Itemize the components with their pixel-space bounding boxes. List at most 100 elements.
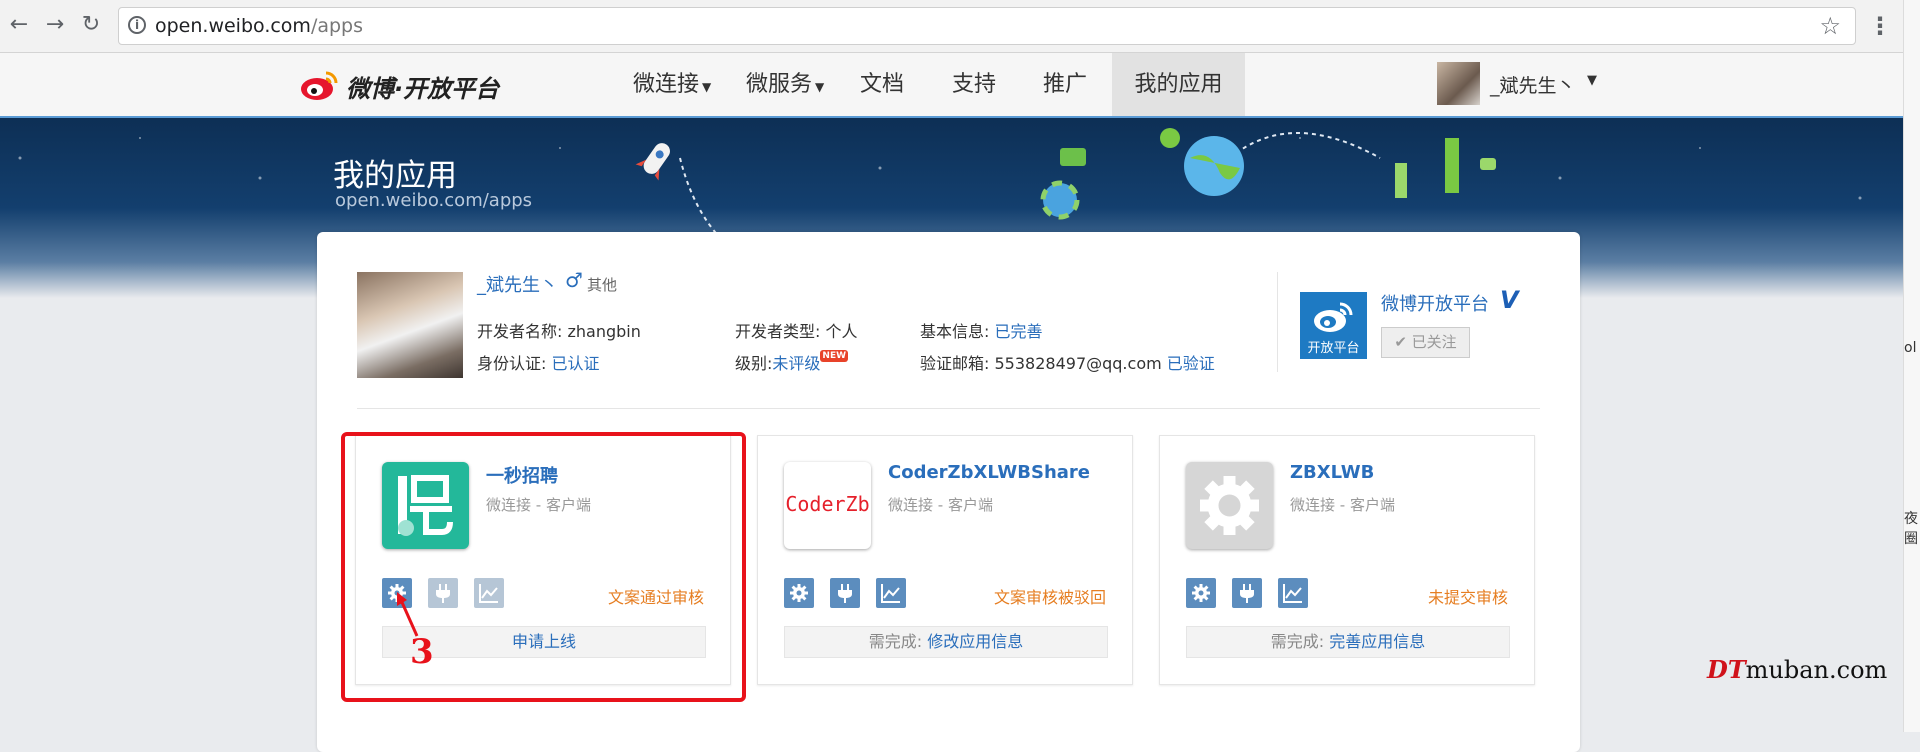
app-connect-button[interactable]	[1232, 578, 1262, 608]
tutorial-highlight-box	[341, 432, 746, 702]
app-connect-button[interactable]	[830, 578, 860, 608]
gear-icon	[1192, 584, 1210, 602]
nav-item-my-apps[interactable]: 我的应用	[1112, 53, 1245, 116]
app-card: CoderZb CoderZbXLWBShare 微连接 - 客户端 文案审核被…	[757, 435, 1133, 685]
platform-logo-label: 开放平台	[1307, 341, 1360, 356]
field-value: zhangbin	[567, 322, 641, 341]
app-action-bar: 需完成: 完善应用信息	[1186, 626, 1510, 658]
browser-toolbar: ← → ↻ i open.weibo.com/apps ☆ ⋮	[0, 0, 1903, 53]
bookmark-star-icon[interactable]: ☆	[1819, 12, 1841, 40]
app-stats-button[interactable]	[876, 578, 906, 608]
edge-text-fragment: ol	[1904, 340, 1917, 356]
chart-line-icon	[1283, 584, 1302, 603]
check-icon: ✔	[1394, 333, 1407, 351]
nav-item-weilianjie[interactable]: 微连接 ▼	[633, 53, 711, 116]
caret-down-icon: ▼	[702, 80, 712, 94]
user-avatar[interactable]	[1437, 62, 1480, 105]
banner-subtitle: open.weibo.com/apps	[335, 190, 533, 211]
field-label: 验证邮箱:	[920, 354, 990, 373]
edit-app-info-link[interactable]: 修改应用信息	[927, 632, 1023, 651]
nav-item-weifuwu[interactable]: 微服务 ▼	[746, 53, 824, 116]
nav-item-label: 支持	[952, 72, 997, 97]
field-label: 开发者类型:	[735, 322, 821, 341]
nav-item-label: 推广	[1043, 72, 1088, 97]
field-value: 个人	[825, 322, 858, 341]
dev-name-row: 开发者名称: zhangbin	[477, 318, 641, 342]
edge-text-fragment: 夜圈	[1904, 511, 1918, 547]
male-icon: ♂	[565, 268, 583, 292]
field-label: 开发者名称:	[477, 322, 563, 341]
banner-title: 我的应用	[333, 158, 457, 194]
followed-label: 已关注	[1411, 333, 1457, 351]
action-prefix: 需完成:	[1270, 632, 1325, 651]
developer-avatar[interactable]	[357, 272, 463, 378]
nav-item-label: 微服务	[746, 72, 813, 97]
app-status: 文案审核被驳回	[993, 588, 1106, 607]
platform-name[interactable]: 微博开放平台	[1381, 290, 1489, 316]
basic-info-link[interactable]: 已完善	[995, 322, 1043, 341]
watermark: DTmuban.com	[1707, 655, 1887, 684]
nav-item-promote[interactable]: 推广	[1043, 53, 1087, 116]
user-name[interactable]: _斌先生丶	[1490, 71, 1576, 98]
nav-item-label: 微连接	[633, 72, 700, 97]
app-settings-button[interactable]	[784, 578, 814, 608]
app-type: 微连接 - 客户端	[1290, 496, 1395, 514]
watermark-dt: DT	[1707, 655, 1746, 684]
site-logo-text[interactable]: 微博·开放平台	[346, 69, 499, 104]
back-icon[interactable]: ←	[4, 10, 34, 40]
action-prefix: 需完成:	[868, 632, 923, 651]
field-label: 基本信息:	[920, 322, 990, 341]
field-label: 身份认证:	[477, 354, 547, 373]
plug-icon	[838, 584, 852, 603]
nav-item-docs[interactable]: 文档	[860, 53, 904, 116]
forward-icon[interactable]: →	[40, 10, 70, 40]
url-text: open.weibo.com/apps	[155, 15, 363, 37]
watermark-rest: muban.com	[1745, 656, 1888, 684]
divider	[1277, 272, 1278, 372]
browser-menu-icon[interactable]: ⋮	[1868, 12, 1892, 40]
app-icon-text: CoderZb	[785, 492, 870, 516]
nav-item-label: 文档	[860, 72, 905, 97]
caret-down-icon: ▼	[815, 80, 825, 94]
email-value: 553828497@qq.com	[994, 354, 1162, 373]
followed-button[interactable]: ✔ 已关注	[1381, 327, 1470, 358]
site-info-icon[interactable]: i	[128, 16, 146, 34]
plug-icon	[1240, 584, 1254, 603]
weibo-logo-icon	[1314, 302, 1353, 332]
id-auth-link[interactable]: 已认证	[552, 354, 600, 373]
app-icon[interactable]: CoderZb	[784, 462, 871, 549]
default-gear-icon	[1200, 476, 1259, 535]
app-status: 未提交审核	[1427, 588, 1508, 607]
complete-app-info-link[interactable]: 完善应用信息	[1329, 632, 1425, 651]
app-action-bar: 需完成: 修改应用信息	[784, 626, 1108, 658]
app-type: 微连接 - 客户端	[888, 496, 993, 514]
email-row: 验证邮箱: 553828497@qq.com 已验证	[920, 350, 1215, 374]
address-bar[interactable]: i open.weibo.com/apps ☆	[118, 7, 1856, 45]
dev-type-row: 开发者类型: 个人	[735, 318, 858, 342]
app-card: ZBXLWB 微连接 - 客户端 未提交审核 需完成: 完善应用信息	[1159, 435, 1535, 685]
app-name[interactable]: CoderZbXLWBShare	[888, 462, 1090, 483]
new-badge: NEW	[820, 350, 849, 362]
app-name[interactable]: ZBXLWB	[1290, 462, 1374, 483]
gear-icon	[790, 584, 808, 602]
chart-line-icon	[881, 584, 900, 603]
app-stats-button[interactable]	[1278, 578, 1308, 608]
app-icon[interactable]	[1186, 462, 1273, 549]
caret-down-icon[interactable]: ▼	[1587, 73, 1597, 88]
developer-name[interactable]: _斌先生丶	[477, 271, 558, 297]
reload-icon[interactable]: ↻	[76, 10, 106, 40]
id-auth-row: 身份认证: 已认证	[477, 350, 600, 374]
nav-item-support[interactable]: 支持	[952, 53, 996, 116]
verified-v-icon: V	[1500, 286, 1519, 314]
basic-info-row: 基本信息: 已完善	[920, 318, 1043, 342]
email-status: 已验证	[1166, 354, 1215, 373]
app-settings-button[interactable]	[1186, 578, 1216, 608]
weibo-logo-icon[interactable]	[300, 67, 340, 101]
gender-text: 其他	[587, 276, 618, 294]
site-top-nav: 微博·开放平台 微连接 ▼ 微服务 ▼ 文档 支持 推广 我的应用 _斌先生丶 ▼	[0, 53, 1903, 118]
level-row: 级别:未评级 NEW	[735, 350, 849, 374]
level-link[interactable]: 未评级	[772, 354, 820, 373]
platform-logo[interactable]: 开放平台	[1300, 292, 1367, 359]
divider	[357, 408, 1540, 409]
url-path: /apps	[310, 15, 364, 37]
